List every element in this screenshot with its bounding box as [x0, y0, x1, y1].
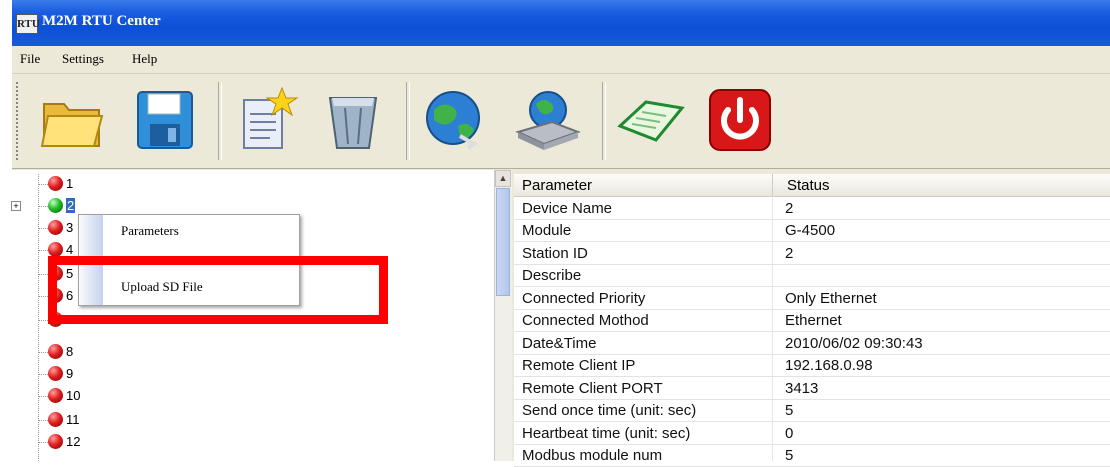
menu-item-parameters[interactable]: Parameters: [121, 223, 179, 239]
parameter-cell: Describe: [522, 267, 582, 284]
parameter-cell: Connected Priority: [522, 290, 646, 307]
table-row[interactable]: Remote Client PORT 3413: [514, 377, 1110, 400]
tree-node-11[interactable]: 11: [12, 410, 212, 432]
expand-icon[interactable]: +: [11, 201, 21, 211]
parameter-cell: Remote Client PORT: [522, 380, 663, 397]
recycle-bin-icon[interactable]: [318, 86, 388, 156]
column-header-parameter[interactable]: Parameter: [522, 177, 592, 194]
table-row[interactable]: Modbus module num 5: [514, 444, 1110, 467]
status-cell: 2: [785, 245, 794, 262]
save-disk-icon[interactable]: [130, 86, 200, 156]
globe-network-icon[interactable]: [420, 86, 490, 156]
table-row[interactable]: Device Name 2: [514, 197, 1110, 220]
tree-node-label: 10: [66, 388, 81, 403]
parameter-grid: Parameter Status Device Name 2 Module G-…: [514, 174, 1110, 467]
toolbar: [12, 74, 1110, 169]
parameter-cell: Connected Mothod: [522, 312, 649, 329]
status-cell: 192.168.0.98: [785, 357, 873, 374]
parameter-cell: Modbus module num: [522, 447, 663, 464]
status-cell: 3413: [785, 380, 819, 397]
power-exit-icon[interactable]: [706, 86, 776, 156]
offline-status-icon: [48, 412, 63, 427]
table-row[interactable]: Describe: [514, 264, 1110, 287]
open-book-icon[interactable]: [616, 86, 686, 156]
app-logo-icon: RTU: [16, 14, 40, 34]
parameter-cell: Send once time (unit: sec): [522, 402, 697, 419]
offline-status-icon: [48, 242, 63, 257]
toolbar-grip[interactable]: [16, 82, 21, 160]
highlight-box: [48, 256, 388, 324]
tree-node-label: 1: [66, 176, 74, 191]
status-cell: 2010/06/02 09:30:43: [785, 335, 923, 352]
tree-node-label: 9: [66, 366, 74, 381]
parameter-cell: Heartbeat time (unit: sec): [522, 425, 691, 442]
toolbar-separator: [602, 82, 606, 160]
status-cell: 5: [785, 447, 794, 464]
new-config-icon[interactable]: [232, 86, 302, 156]
tree-node-8[interactable]: 8: [12, 342, 212, 364]
status-cell: 0: [785, 425, 794, 442]
parameter-cell: Station ID: [522, 245, 588, 262]
table-row[interactable]: Connected Priority Only Ethernet: [514, 287, 1110, 310]
offline-status-icon: [48, 388, 63, 403]
tree-node-label: 2: [66, 198, 76, 213]
online-status-icon: [48, 198, 63, 213]
offline-status-icon: [48, 366, 63, 381]
parameter-cell: Date&Time: [522, 335, 597, 352]
grid-header: Parameter Status: [514, 174, 1110, 197]
status-cell: 2: [785, 200, 794, 217]
table-row[interactable]: Heartbeat time (unit: sec) 0: [514, 422, 1110, 445]
menu-settings[interactable]: Settings: [62, 51, 104, 67]
tree-node-label: 3: [66, 220, 74, 235]
tree-node-12[interactable]: 12: [12, 432, 212, 454]
window-title: M2M RTU Center: [42, 13, 161, 29]
offline-status-icon: [48, 220, 63, 235]
parameter-cell: Remote Client IP: [522, 357, 636, 374]
app-window: RTU M2M RTU Center File Settings Help 1 …: [11, 0, 1110, 467]
toolbar-separator: [406, 82, 410, 160]
offline-status-icon: [48, 344, 63, 359]
table-row[interactable]: Station ID 2: [514, 242, 1110, 265]
column-header-status[interactable]: Status: [787, 177, 830, 194]
menu-help[interactable]: Help: [132, 51, 157, 67]
table-row[interactable]: Send once time (unit: sec) 5: [514, 399, 1110, 422]
table-row[interactable]: Connected Mothod Ethernet: [514, 309, 1110, 332]
tree-node-label: 8: [66, 344, 74, 359]
tree-scrollbar[interactable]: ▲: [494, 170, 512, 461]
status-cell: Only Ethernet: [785, 290, 877, 307]
table-row[interactable]: Module G-4500: [514, 219, 1110, 242]
status-cell: Ethernet: [785, 312, 842, 329]
menu-file[interactable]: File: [20, 51, 40, 67]
offline-status-icon: [48, 434, 63, 449]
column-divider[interactable]: [772, 174, 773, 196]
network-drive-icon[interactable]: [512, 86, 582, 156]
open-folder-icon[interactable]: [38, 86, 108, 156]
tree-node-10[interactable]: 10: [12, 386, 212, 408]
table-row[interactable]: Remote Client IP 192.168.0.98: [514, 354, 1110, 377]
title-bar[interactable]: RTU M2M RTU Center: [12, 0, 1110, 46]
parameter-cell: Module: [522, 222, 572, 239]
scroll-up-arrow-icon[interactable]: ▲: [495, 170, 511, 187]
status-cell: 5: [785, 402, 794, 419]
table-row[interactable]: Date&Time 2010/06/02 09:30:43: [514, 332, 1110, 355]
tree-node-label: 12: [66, 434, 81, 449]
menu-bar: File Settings Help: [12, 46, 1110, 74]
toolbar-separator: [218, 82, 222, 160]
tree-node-label: 4: [66, 242, 74, 257]
tree-node-label: 11: [66, 412, 80, 427]
status-cell: G-4500: [785, 222, 836, 239]
parameter-cell: Device Name: [522, 200, 613, 217]
scroll-thumb[interactable]: [496, 188, 510, 296]
offline-status-icon: [48, 176, 63, 191]
tree-node-1[interactable]: 1: [12, 174, 212, 196]
tree-node-9[interactable]: 9: [12, 364, 212, 386]
